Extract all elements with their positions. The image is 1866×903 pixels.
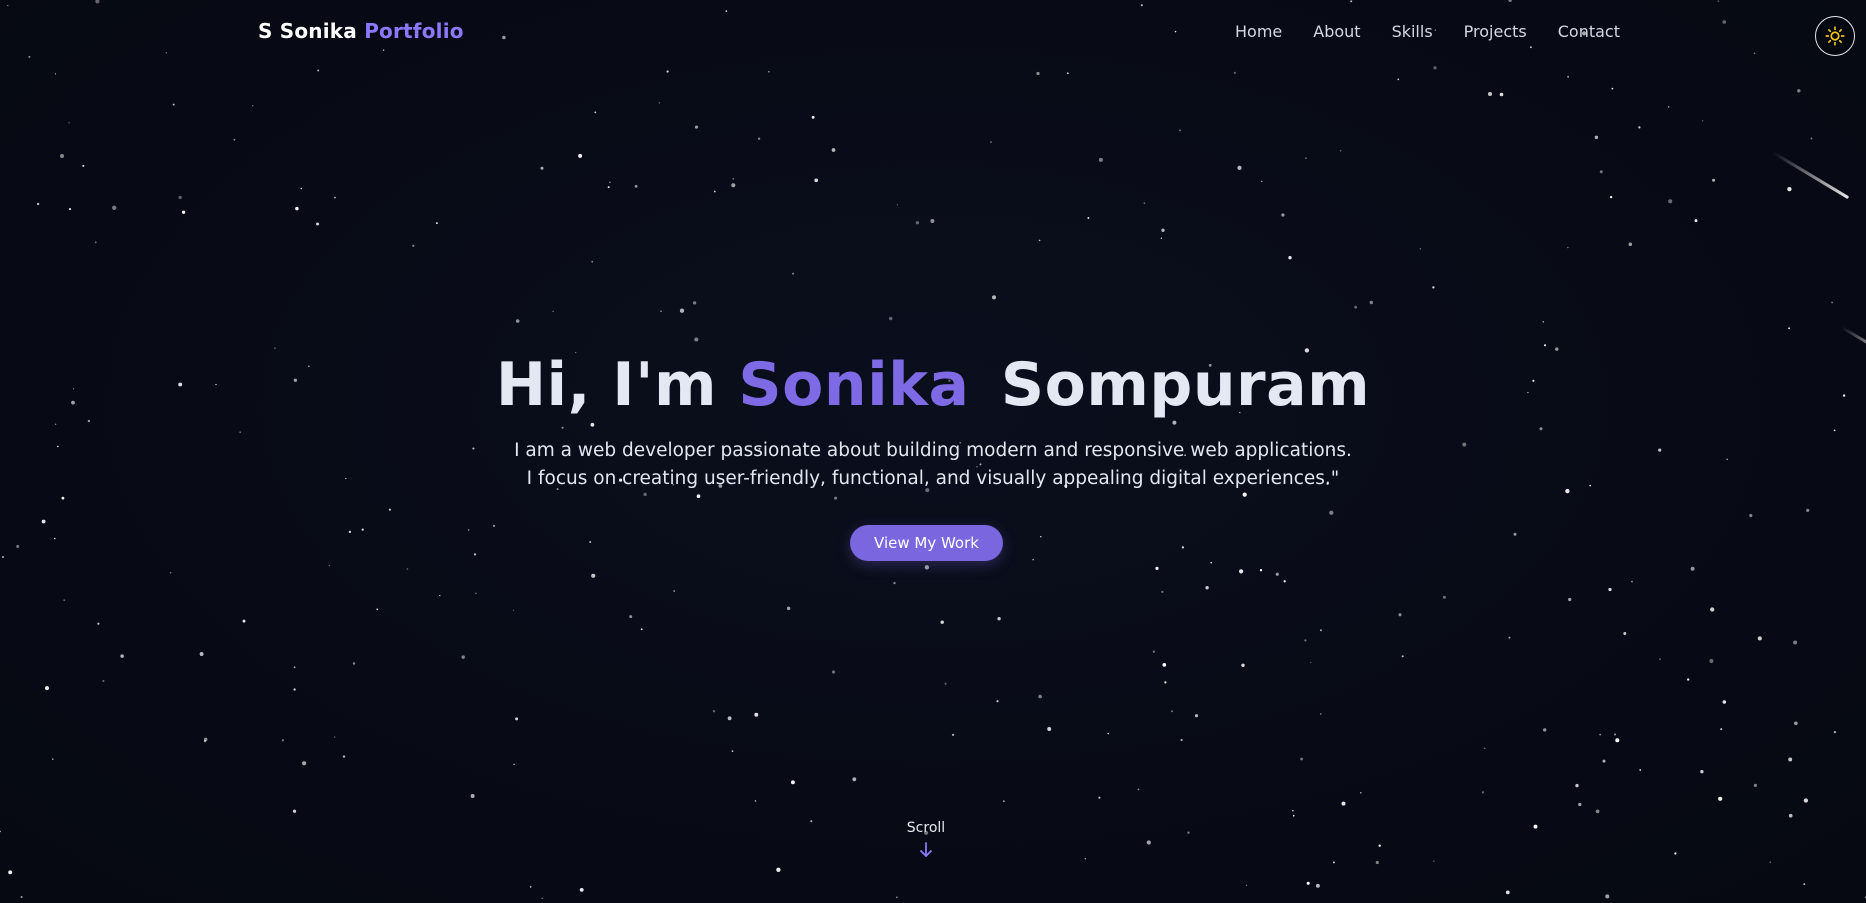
hero-last-name: Sompuram — [1000, 350, 1371, 420]
hero-subtitle: I am a web developer passionate about bu… — [514, 440, 1352, 489]
scroll-label: Scroll — [906, 820, 946, 836]
view-my-work-button[interactable]: View My Work — [850, 525, 1003, 561]
hero-greeting: Hi, I'm — [495, 350, 718, 420]
arrow-down-icon — [920, 842, 932, 857]
hero-title: Hi, I'm Sonika Sompuram — [0, 350, 1866, 420]
scroll-indicator[interactable]: Scroll — [876, 820, 976, 859]
hero-first-name: Sonika — [738, 350, 970, 420]
portfolio-page: S Sonika Portfolio Home About Skills Pro… — [0, 0, 1866, 903]
hero-section: Hi, I'm Sonika Sompuram I am a web devel… — [0, 0, 1866, 903]
